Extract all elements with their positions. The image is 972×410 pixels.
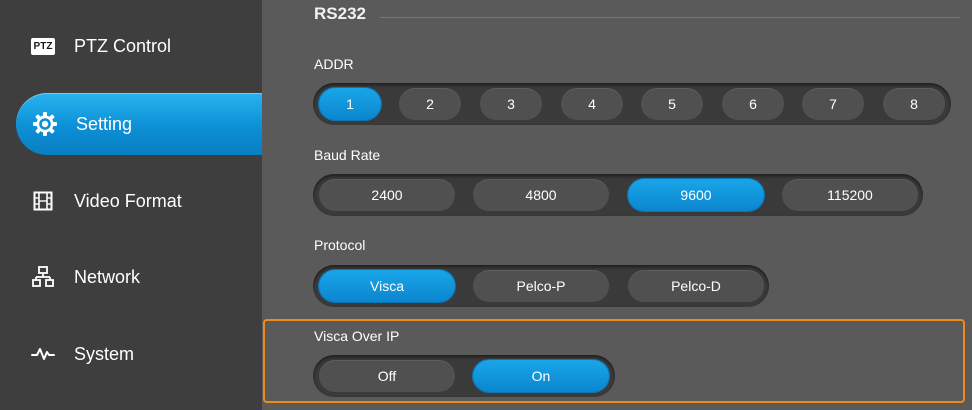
protocol-label: Protocol [314,237,366,253]
sidebar-item-network[interactable]: Network [0,246,262,308]
sidebar: PTZ PTZ Control Setting Video Format Net… [0,0,262,410]
sidebar-item-setting[interactable]: Setting [16,93,262,155]
baud-option-115200[interactable]: 115200 [782,179,918,211]
addr-option-6[interactable]: 6 [722,88,784,120]
visca-over-ip-on[interactable]: On [473,360,609,392]
visca-over-ip-toggle: Off On [313,355,615,397]
film-icon [30,188,56,214]
sidebar-item-label: PTZ Control [74,35,172,56]
addr-selector: 1 2 3 4 5 6 7 8 [313,83,951,125]
baud-option-9600[interactable]: 9600 [628,179,764,211]
addr-option-2[interactable]: 2 [399,88,461,120]
visca-over-ip-label: Visca Over IP [314,328,400,344]
network-icon [30,264,56,290]
protocol-option-visca[interactable]: Visca [319,270,455,302]
baud-option-4800[interactable]: 4800 [473,179,609,211]
ptz-icon: PTZ [30,33,56,59]
addr-option-5[interactable]: 5 [641,88,703,120]
sidebar-item-system[interactable]: System [0,323,262,385]
gear-icon [32,111,58,137]
addr-option-1[interactable]: 1 [319,88,381,120]
addr-option-3[interactable]: 3 [480,88,542,120]
section-divider [380,17,960,18]
sidebar-item-ptz-control[interactable]: PTZ PTZ Control [0,15,262,77]
section-title: RS232 [314,4,366,23]
addr-option-8[interactable]: 8 [883,88,945,120]
addr-option-7[interactable]: 7 [802,88,864,120]
pulse-icon [30,341,56,367]
baud-option-2400[interactable]: 2400 [319,179,455,211]
protocol-selector: Visca Pelco-P Pelco-D [313,265,769,307]
protocol-option-pelco-d[interactable]: Pelco-D [628,270,764,302]
addr-option-4[interactable]: 4 [561,88,623,120]
addr-label: ADDR [314,56,354,72]
sidebar-item-label: Network [74,266,141,287]
visca-over-ip-off[interactable]: Off [319,360,455,392]
protocol-option-pelco-p[interactable]: Pelco-P [473,270,609,302]
sidebar-item-label: Video Format [74,190,182,211]
sidebar-item-label: Setting [76,113,133,134]
sidebar-item-label: System [74,343,135,364]
sidebar-item-video-format[interactable]: Video Format [0,170,262,232]
baud-rate-selector: 2400 4800 9600 115200 [313,174,923,216]
baud-rate-label: Baud Rate [314,147,381,163]
